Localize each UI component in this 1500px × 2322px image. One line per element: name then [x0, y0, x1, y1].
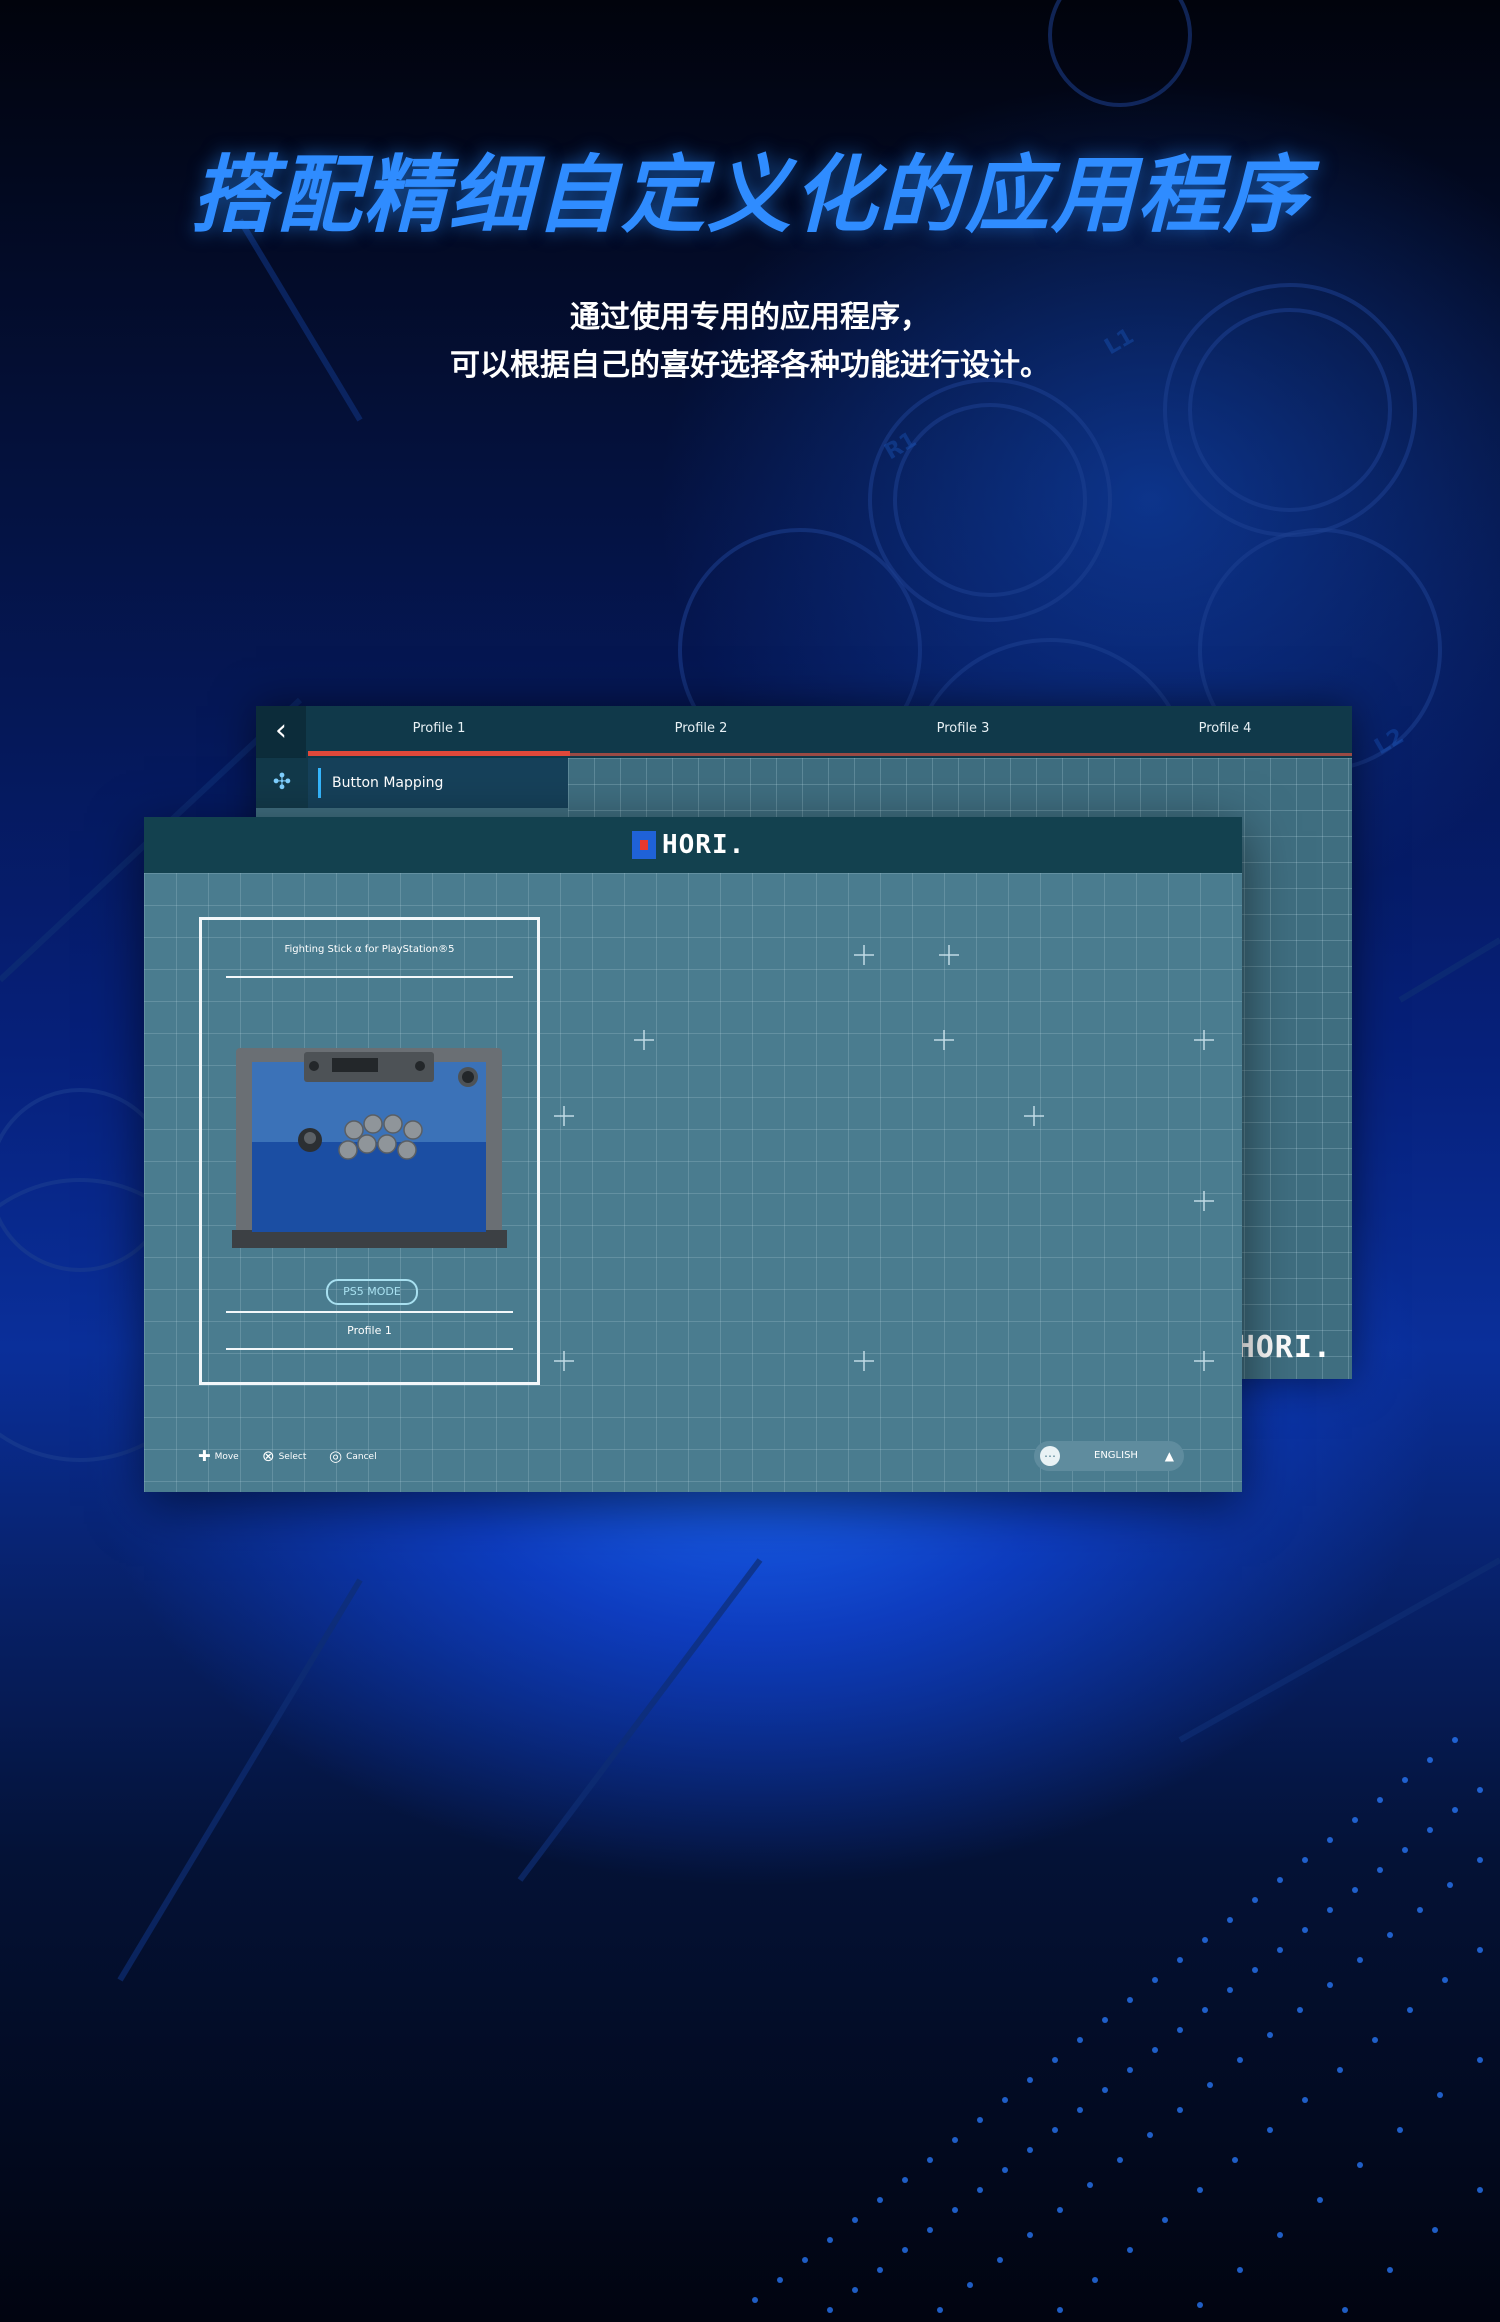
tab-underline: [570, 753, 1352, 756]
hint-label: Select: [278, 1451, 307, 1462]
sidebar-item-label: Button Mapping: [332, 775, 444, 791]
sidebar-active-bar: [318, 768, 321, 798]
app-window-device-select: HORI. Fighting Stick α for PlayStation®5: [144, 817, 1242, 1492]
divider: [226, 1311, 513, 1313]
hint-cancel: ◎ Cancel: [329, 1449, 377, 1464]
caret-up-icon: ▲: [1164, 1449, 1174, 1463]
profile-tab-bar: ‹ Profile 1 Profile 2 Profile 3 Profile …: [256, 706, 1352, 758]
divider: [226, 1348, 513, 1350]
subtitle-line-1: 通过使用专用的应用程序，: [570, 300, 930, 335]
circle-button-icon: ◎: [329, 1447, 343, 1465]
device-title: Fighting Stick α for PlayStation®5: [284, 944, 455, 955]
back-button[interactable]: ‹: [256, 706, 306, 758]
hint-select: ⊗ Select: [262, 1449, 306, 1464]
hint-label: Cancel: [346, 1451, 377, 1462]
hori-wordmark: HORI.: [662, 830, 746, 860]
sidebar-item-button-mapping[interactable]: Button Mapping: [308, 758, 568, 808]
device-card[interactable]: Fighting Stick α for PlayStation®5 PS5 M…: [199, 917, 540, 1385]
language-label: ENGLISH: [1094, 1450, 1138, 1461]
fight-stick-image: [232, 1048, 507, 1248]
hint-label: Move: [214, 1451, 239, 1462]
page-headline: 搭配精细自定义化的应用程序: [190, 146, 1309, 244]
promo-page: L1 R1 L2 搭配精细自定义化的应用程序 通过使用专用的应用程序， 可以根据…: [0, 0, 1500, 2322]
language-selector[interactable]: ⋯ ENGLISH ▲: [1034, 1441, 1184, 1471]
tab-profile-2[interactable]: Profile 2: [570, 706, 832, 758]
chevron-left-icon: ‹: [275, 713, 287, 748]
sidebar-icon-button[interactable]: ✣: [256, 758, 308, 808]
window-header: HORI.: [144, 817, 1242, 873]
globe-icon: ⋯: [1040, 1446, 1060, 1466]
plus-dpad-icon: ✚: [198, 1447, 211, 1465]
dpad-icon: ✣: [272, 770, 292, 795]
hori-logo: HORI.: [632, 829, 745, 861]
svg-text:R1: R1: [881, 427, 921, 465]
divider: [226, 976, 513, 978]
hori-mark-icon: [632, 831, 656, 859]
hori-logo-back: HORI.: [1236, 1330, 1332, 1365]
tab-profile-3[interactable]: Profile 3: [832, 706, 1094, 758]
active-tab-indicator: [308, 751, 570, 756]
subtitle-line-2: 可以根据自己的喜好选择各种功能进行设计。: [450, 348, 1050, 383]
current-profile-label: Profile 1: [347, 1324, 392, 1337]
cross-button-icon: ⊗: [262, 1447, 275, 1465]
ps5-mode-button[interactable]: PS5 MODE: [326, 1279, 418, 1305]
hint-move: ✚ Move: [198, 1449, 239, 1464]
tab-profile-4[interactable]: Profile 4: [1094, 706, 1356, 758]
